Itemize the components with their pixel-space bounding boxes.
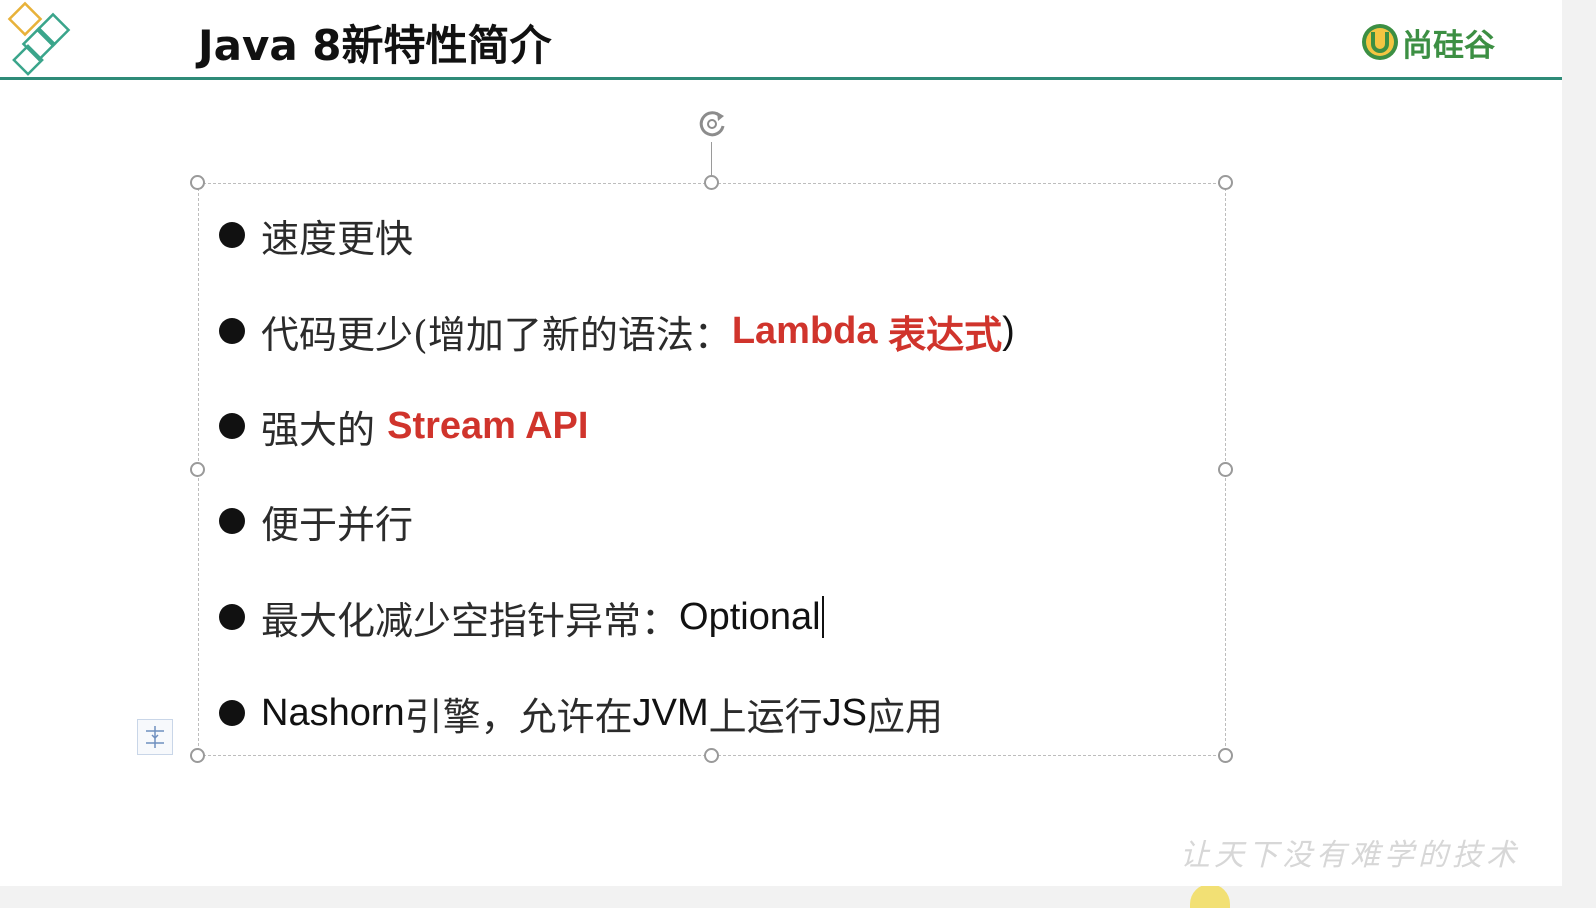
bullet-icon	[219, 508, 245, 534]
bullet-text: 引擎，允许在	[404, 694, 633, 739]
bullet-icon	[219, 318, 245, 344]
slide-canvas[interactable]: Java 8新特性简介 尚硅谷 速度更快 代码更少(增加了新的语法： Lambd…	[0, 0, 1562, 886]
bullet-text: JVM	[632, 691, 709, 734]
highlight-text: 表达式	[888, 311, 1003, 357]
window-margin-bottom	[0, 886, 1562, 908]
bullet-text: 最大化减少空指针异常：	[261, 598, 680, 643]
bullet-icon	[219, 604, 245, 630]
list-item[interactable]: 速度更快	[215, 210, 414, 261]
list-item[interactable]: 强大的 Stream API	[215, 401, 589, 452]
layout-options-button[interactable]	[137, 719, 173, 755]
bullet-icon	[219, 222, 245, 248]
bullet-text: 强大的	[261, 407, 388, 452]
resize-handle-bottom-left[interactable]	[190, 748, 205, 763]
brand-logo: 尚硅谷	[1360, 20, 1495, 64]
highlight-text: Lambda	[731, 309, 889, 352]
brand-mark-icon	[1362, 24, 1398, 60]
header-divider	[0, 77, 1562, 80]
watermark-text: 让天下没有难学的技术	[1180, 838, 1520, 873]
list-item[interactable]: 便于并行	[215, 496, 414, 547]
list-item[interactable]: Nashorn 引擎，允许在 JVM 上运行 JS 应用	[215, 688, 944, 739]
list-item[interactable]: 代码更少(增加了新的语法： Lambda 表达式 )	[215, 306, 1015, 357]
bullet-text: 代码更少(增加了新的语法：	[261, 312, 732, 357]
bullet-text: Optional	[679, 595, 821, 638]
resize-handle-top-right[interactable]	[1218, 175, 1233, 190]
bullet-text: 应用	[867, 694, 944, 739]
bullet-text: 速度更快	[261, 216, 414, 261]
bullet-icon	[219, 413, 245, 439]
bullet-text: )	[1002, 309, 1015, 352]
list-item[interactable]: 最大化减少空指针异常： Optional	[215, 592, 824, 643]
rotate-stem	[711, 142, 712, 176]
diamond-logo-icon	[7, 1, 71, 76]
bullet-text: JS	[822, 691, 868, 734]
brand-name: 尚硅谷	[1402, 27, 1495, 64]
highlight-text: Stream API	[387, 404, 589, 447]
bullet-text: Nashorn	[261, 691, 405, 734]
resize-handle-middle-right[interactable]	[1218, 462, 1233, 477]
bullet-text: 上运行	[708, 694, 823, 739]
resize-handle-top-left[interactable]	[190, 175, 205, 190]
resize-handle-middle-left[interactable]	[190, 462, 205, 477]
bullet-text: 便于并行	[261, 502, 414, 547]
layout-options-icon	[146, 726, 164, 748]
bullet-icon	[219, 700, 245, 726]
resize-handle-bottom-center[interactable]	[704, 748, 719, 763]
resize-handle-top-center[interactable]	[704, 175, 719, 190]
text-caret	[821, 596, 824, 638]
selected-text-box[interactable]	[198, 183, 1226, 756]
rotate-handle-icon[interactable]	[693, 104, 731, 142]
resize-handle-bottom-right[interactable]	[1218, 748, 1233, 763]
window-margin-right	[1562, 0, 1596, 908]
slide-title[interactable]: Java 8新特性简介	[198, 12, 552, 73]
